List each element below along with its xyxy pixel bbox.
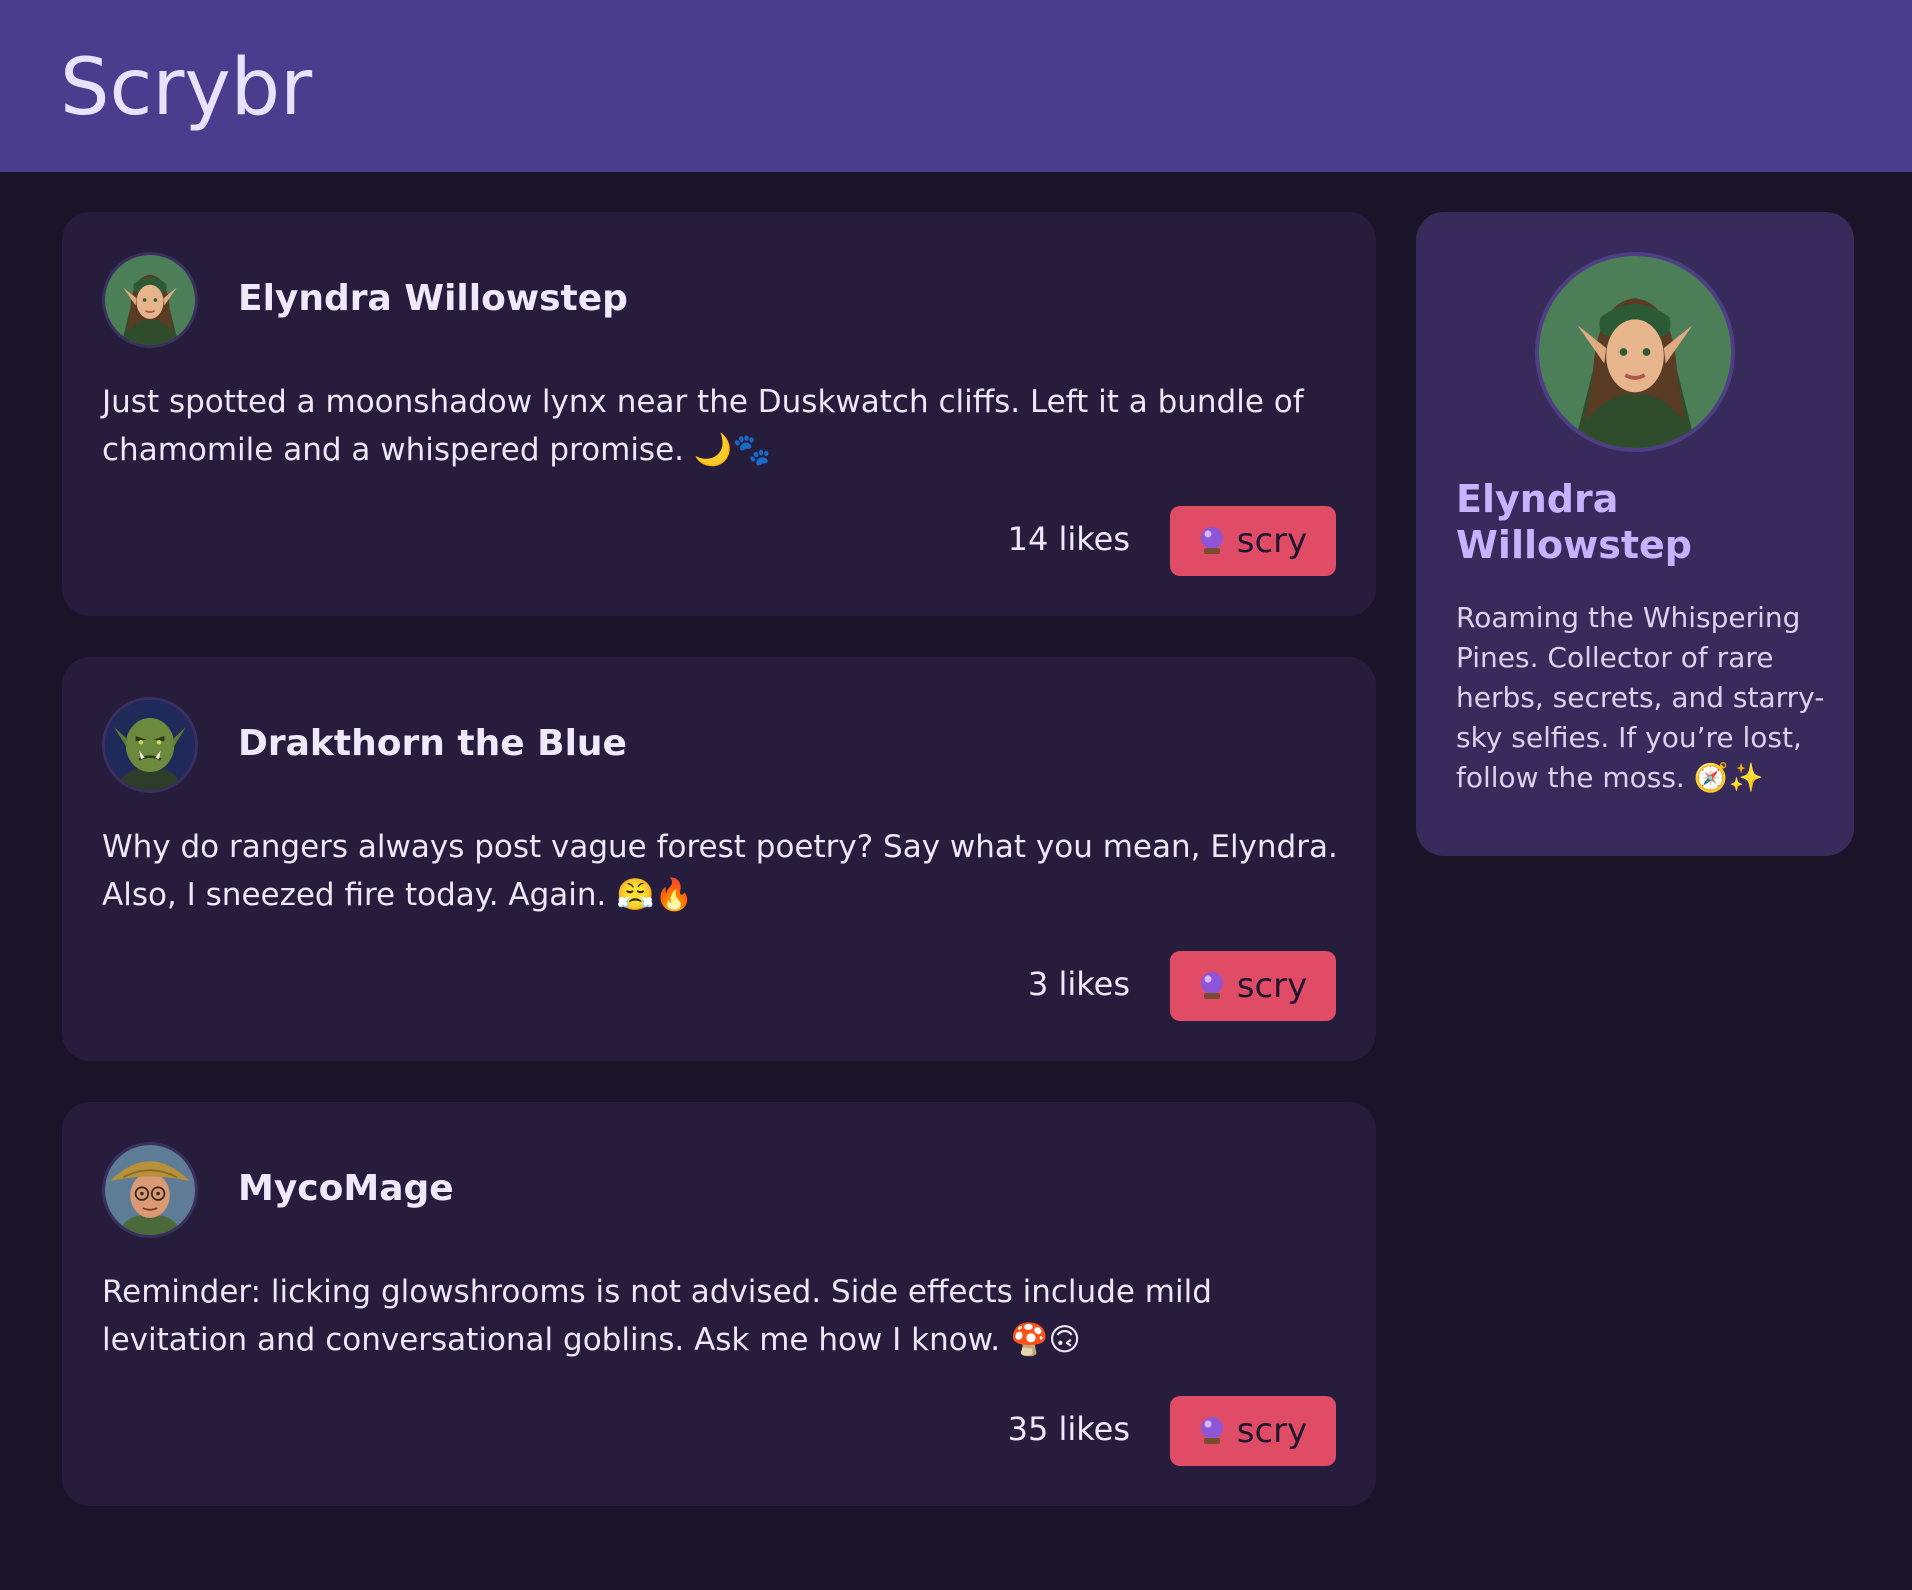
profile-name[interactable]: Elyndra Willowstep bbox=[1456, 476, 1816, 568]
post-card: Drakthorn the Blue Why do rangers always… bbox=[62, 657, 1376, 1061]
orc-avatar-icon[interactable] bbox=[102, 697, 198, 793]
post-author[interactable]: MycoMage bbox=[238, 1168, 454, 1209]
scry-button[interactable]: scry bbox=[1170, 951, 1336, 1021]
profile-bio: Roaming the Whispering Pines. Collector … bbox=[1456, 601, 1825, 794]
like-count: 35 likes bbox=[1007, 1410, 1130, 1448]
post-author[interactable]: Drakthorn the Blue bbox=[238, 723, 627, 764]
post-author[interactable]: Elyndra Willowstep bbox=[238, 278, 628, 319]
app-title[interactable]: Scrybr bbox=[60, 44, 312, 132]
like-count: 14 likes bbox=[1007, 520, 1130, 558]
elf-avatar-icon[interactable] bbox=[102, 252, 198, 348]
post-body: Reminder: licking glowshrooms is not adv… bbox=[102, 1274, 1212, 1358]
elf-avatar-icon[interactable] bbox=[1535, 252, 1735, 452]
post-body: Why do rangers always post vague forest … bbox=[102, 829, 1338, 913]
scry-button[interactable]: scry bbox=[1170, 1396, 1336, 1466]
like-count: 3 likes bbox=[1027, 965, 1130, 1003]
post-card: Elyndra Willowstep Just spotted a moonsh… bbox=[62, 212, 1376, 616]
crystal-ball-icon bbox=[1199, 526, 1225, 556]
crystal-ball-icon bbox=[1199, 1416, 1225, 1446]
crystal-ball-icon bbox=[1199, 971, 1225, 1001]
profile-card: Elyndra Willowstep Roaming the Whisperin… bbox=[1416, 212, 1854, 856]
scry-button-label: scry bbox=[1236, 966, 1308, 1006]
mushroom-mage-avatar-icon[interactable] bbox=[102, 1142, 198, 1238]
app-header: Scrybr bbox=[0, 0, 1912, 172]
scry-button[interactable]: scry bbox=[1170, 506, 1336, 576]
post-body: Just spotted a moonshadow lynx near the … bbox=[102, 384, 1304, 468]
scry-button-label: scry bbox=[1236, 521, 1308, 561]
post-card: MycoMage Reminder: licking glowshrooms i… bbox=[62, 1102, 1376, 1506]
scry-button-label: scry bbox=[1236, 1411, 1308, 1451]
